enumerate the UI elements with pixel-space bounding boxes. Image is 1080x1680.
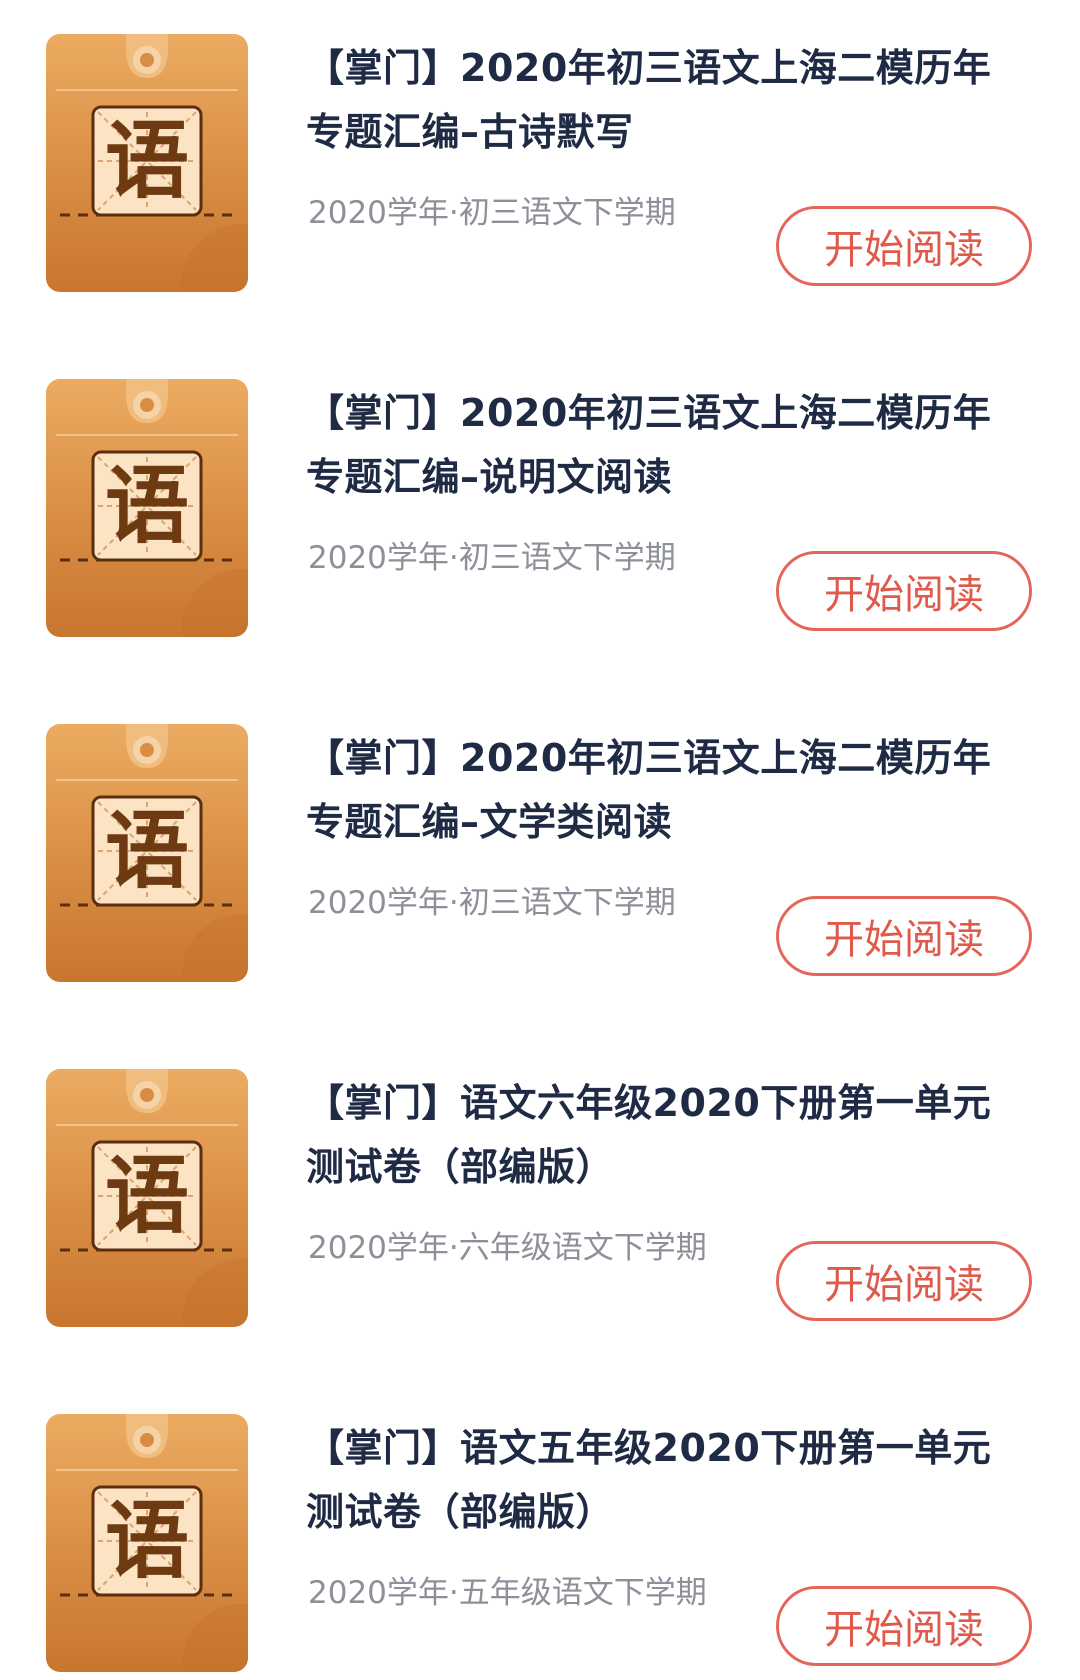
item-meta: 2020学年·五年级语文下学期 — [308, 1575, 707, 1611]
book-cover[interactable]: 语 — [46, 1069, 248, 1327]
cover-character: 语 — [104, 111, 189, 210]
list-item[interactable]: 语 【掌门】2020年初三语文上海二模历年专题汇编–文学类阅读 2020学年·初… — [0, 690, 1080, 990]
start-reading-button[interactable]: 开始阅读 — [776, 206, 1032, 286]
cover-character: 语 — [104, 1491, 189, 1590]
item-meta: 2020学年·初三语文下学期 — [308, 195, 676, 231]
start-reading-button[interactable]: 开始阅读 — [776, 1241, 1032, 1321]
cover-character: 语 — [104, 456, 189, 555]
item-title[interactable]: 【掌门】2020年初三语文上海二模历年专题汇编–文学类阅读 — [306, 726, 1026, 854]
book-cover[interactable]: 语 — [46, 1414, 248, 1672]
list-item[interactable]: 语 【掌门】语文五年级2020下册第一单元测试卷（部编版） 2020学年·五年级… — [0, 1380, 1080, 1680]
item-title[interactable]: 【掌门】语文五年级2020下册第一单元测试卷（部编版） — [306, 1416, 1026, 1544]
cover-character: 语 — [104, 1146, 189, 1245]
document-list: 语 【掌门】2020年初三语文上海二模历年专题汇编–古诗默写 2020学年·初三… — [0, 0, 1080, 1672]
item-title[interactable]: 【掌门】语文六年级2020下册第一单元测试卷（部编版） — [306, 1071, 1026, 1199]
start-reading-button[interactable]: 开始阅读 — [776, 551, 1032, 631]
start-reading-button[interactable]: 开始阅读 — [776, 1586, 1032, 1666]
list-item[interactable]: 语 【掌门】2020年初三语文上海二模历年专题汇编–古诗默写 2020学年·初三… — [0, 0, 1080, 300]
item-meta: 2020学年·初三语文下学期 — [308, 885, 676, 921]
item-meta: 2020学年·六年级语文下学期 — [308, 1230, 707, 1266]
item-meta: 2020学年·初三语文下学期 — [308, 540, 676, 576]
item-title[interactable]: 【掌门】2020年初三语文上海二模历年专题汇编–古诗默写 — [306, 36, 1026, 164]
book-cover[interactable]: 语 — [46, 724, 248, 982]
start-reading-button[interactable]: 开始阅读 — [776, 896, 1032, 976]
cover-character: 语 — [104, 801, 189, 900]
item-title[interactable]: 【掌门】2020年初三语文上海二模历年专题汇编–说明文阅读 — [306, 381, 1026, 509]
list-item[interactable]: 语 【掌门】2020年初三语文上海二模历年专题汇编–说明文阅读 2020学年·初… — [0, 345, 1080, 645]
book-cover[interactable]: 语 — [46, 379, 248, 637]
book-cover[interactable]: 语 — [46, 34, 248, 292]
list-item[interactable]: 语 【掌门】语文六年级2020下册第一单元测试卷（部编版） 2020学年·六年级… — [0, 1035, 1080, 1335]
